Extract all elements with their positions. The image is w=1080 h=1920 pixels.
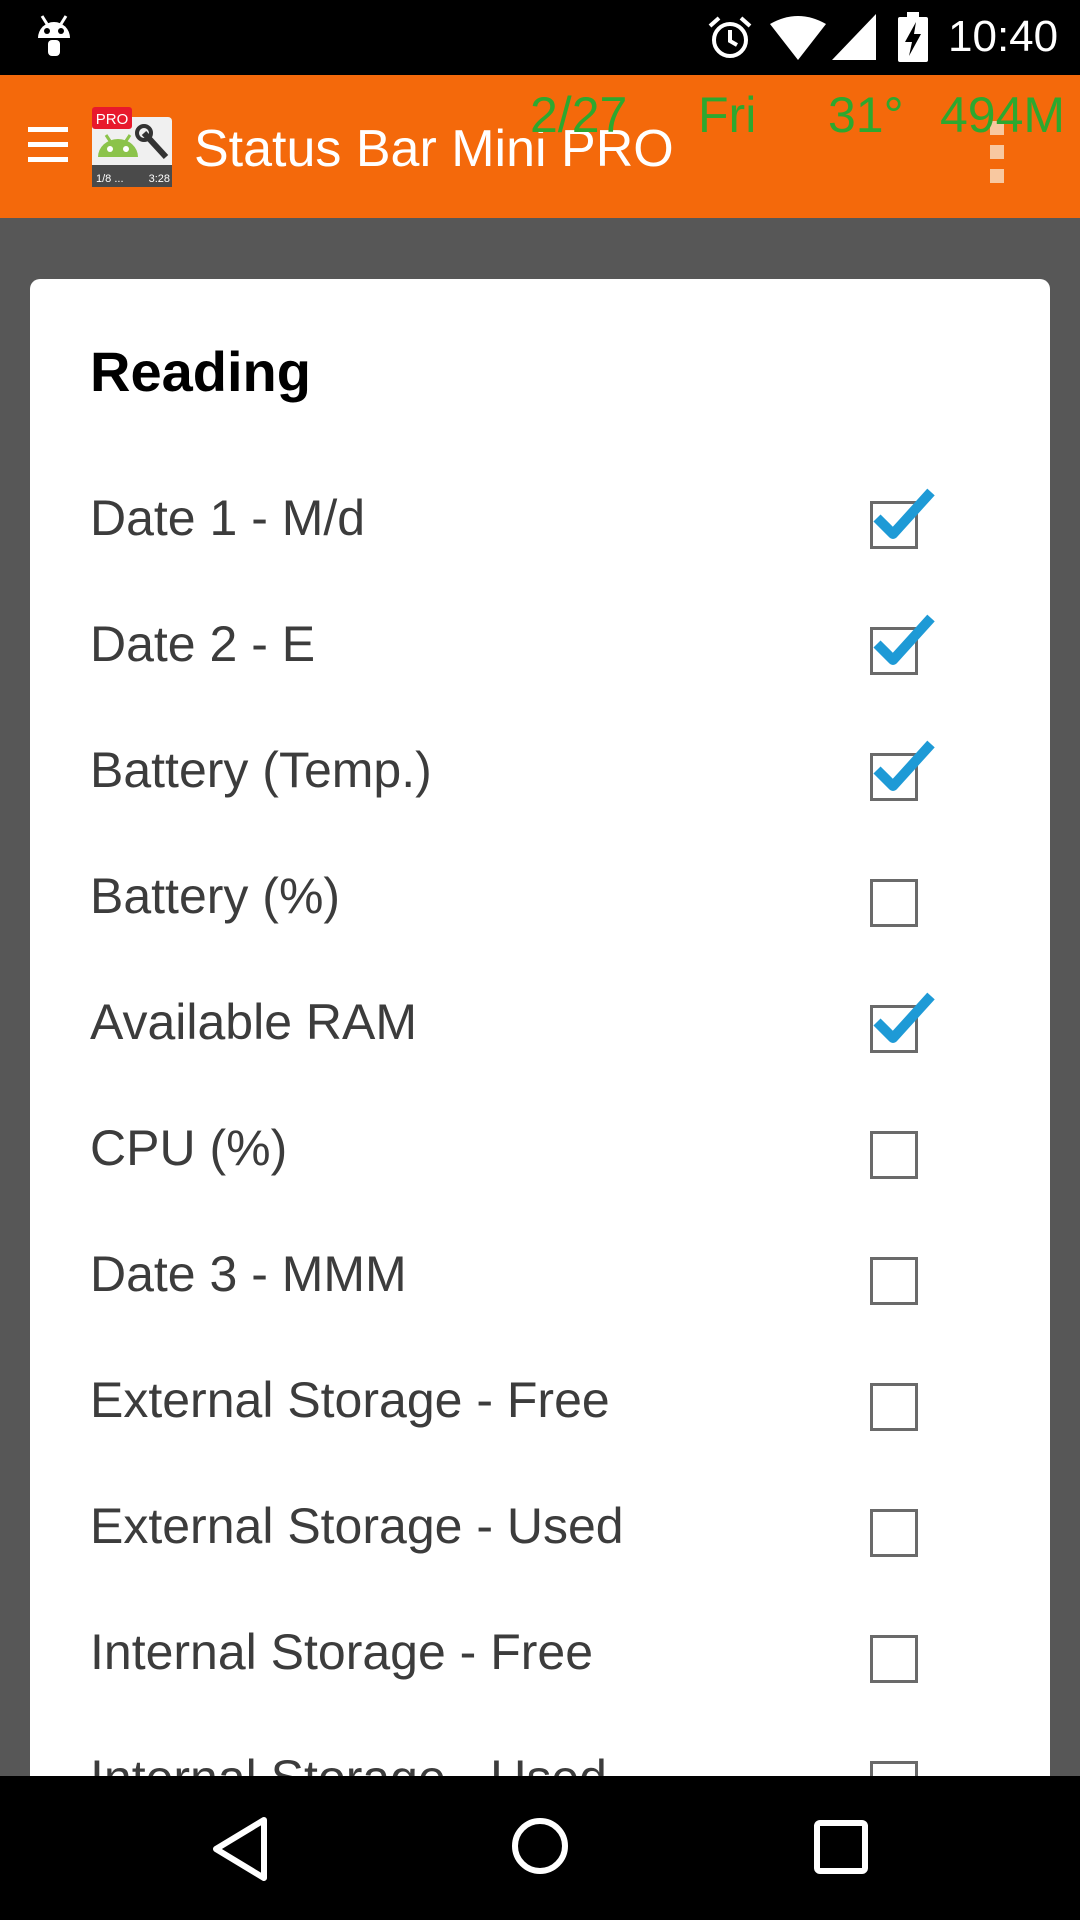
option-checkbox[interactable] <box>870 1635 918 1683</box>
navigation-bar <box>0 1776 1080 1920</box>
option-checkbox[interactable] <box>870 1257 918 1305</box>
option-checkbox[interactable] <box>870 1761 918 1776</box>
option-label: External Storage - Used <box>90 1498 624 1554</box>
alarm-icon <box>708 16 752 58</box>
wifi-icon <box>770 16 826 60</box>
back-icon[interactable] <box>210 1816 270 1882</box>
option-checkbox[interactable] <box>870 1509 918 1557</box>
checkmark-icon <box>873 992 935 1043</box>
system-status-bar: 10:40 <box>0 0 1080 75</box>
recents-icon[interactable] <box>814 1820 868 1874</box>
option-checkbox[interactable] <box>870 740 935 801</box>
logo-caption-left: 1/8 ... <box>96 173 124 185</box>
option-row[interactable]: External Storage - Free <box>30 1347 1050 1473</box>
content-area: Reading Date 1 - M/d Date 2 - E Battery (T… <box>0 218 1080 1776</box>
dialog-title: Reading <box>90 340 311 403</box>
option-label: CPU (%) <box>90 1120 288 1176</box>
option-label: Battery (%) <box>90 868 341 924</box>
option-row[interactable]: External Storage - Used <box>30 1473 1050 1599</box>
option-row[interactable]: Internal Storage - Used <box>30 1725 1050 1776</box>
option-checkbox[interactable] <box>870 488 935 549</box>
logo-caption-right: 3:28 <box>149 173 170 185</box>
logo-badge: PRO <box>96 111 129 128</box>
option-checkbox[interactable] <box>870 1131 918 1179</box>
android-debug-icon <box>38 15 70 56</box>
option-row[interactable]: Date 2 - E <box>30 591 1050 717</box>
option-checkbox[interactable] <box>870 1383 918 1431</box>
reading-dialog: Reading Date 1 - M/d Date 2 - E Battery (T… <box>30 279 1050 1776</box>
signal-icon <box>832 14 876 60</box>
option-row[interactable]: CPU (%) <box>30 1095 1050 1221</box>
option-row[interactable]: Date 3 - MMM <box>30 1221 1050 1347</box>
option-checkbox[interactable] <box>870 992 935 1053</box>
battery-charging-icon <box>898 12 928 62</box>
option-checkbox[interactable] <box>870 614 935 675</box>
option-label: External Storage - Free <box>90 1372 610 1428</box>
option-label: Date 3 - MMM <box>90 1246 407 1302</box>
overflow-menu-icon[interactable] <box>986 121 1008 183</box>
option-row[interactable]: Battery (%) <box>30 843 1050 969</box>
app-title: Status Bar Mini PRO <box>194 120 674 178</box>
option-label: Date 2 - E <box>90 616 316 672</box>
option-label: Internal Storage - Free <box>90 1624 594 1680</box>
app-logo: PRO 1/8 ... 3:28 <box>92 107 172 187</box>
app-bar: PRO 1/8 ... 3:28 Status Bar Mini PRO <box>0 75 1080 218</box>
home-icon[interactable] <box>510 1816 570 1876</box>
option-row[interactable]: Available RAM <box>30 969 1050 1095</box>
option-row[interactable]: Internal Storage - Free <box>30 1599 1050 1725</box>
option-label: Internal Storage - Used <box>90 1749 607 1776</box>
status-bar-clock: 10:40 <box>948 12 1059 61</box>
option-label: Date 1 - M/d <box>90 490 366 546</box>
menu-icon[interactable] <box>28 127 68 163</box>
checkmark-icon <box>873 488 935 539</box>
checkmark-icon <box>873 740 935 791</box>
option-row[interactable]: Date 1 - M/d <box>30 465 1050 591</box>
checkmark-icon <box>873 614 935 665</box>
option-label: Battery (Temp.) <box>90 742 432 798</box>
option-checkbox[interactable] <box>870 879 918 927</box>
option-row[interactable]: Battery (Temp.) <box>30 717 1050 843</box>
option-label: Available RAM <box>90 994 418 1050</box>
